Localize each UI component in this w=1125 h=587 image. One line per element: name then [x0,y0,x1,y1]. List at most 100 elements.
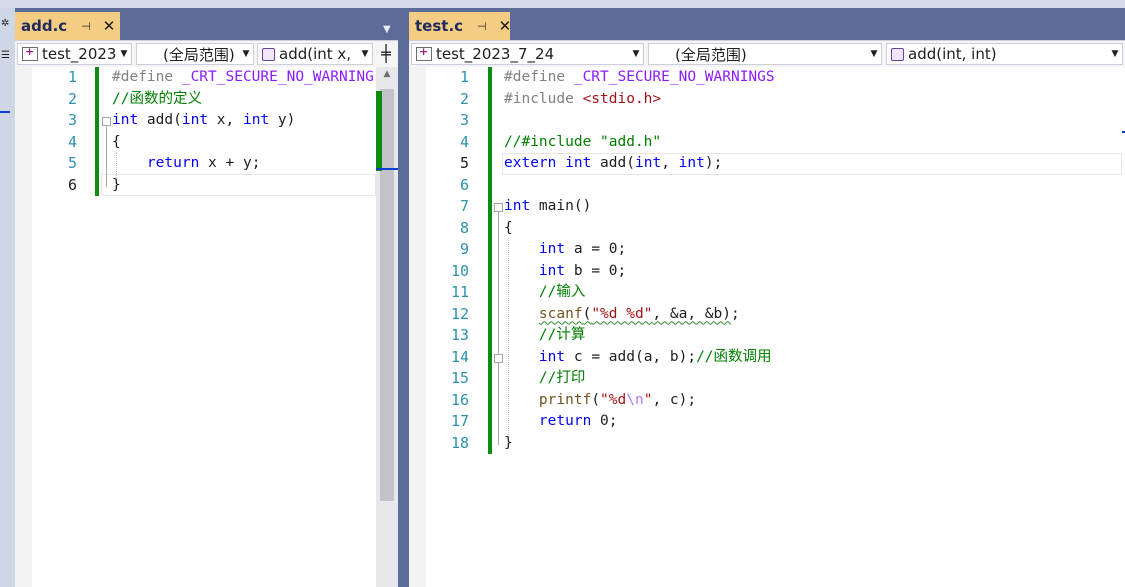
project-dropdown[interactable]: test_2023_7_24 ▼ [411,43,644,65]
code-line-4: { [112,133,121,150]
line-number: 5 [459,154,469,172]
split-window-icon[interactable]: ╪ [375,43,397,65]
line-number: 9 [459,240,469,258]
code-line-7: int main() [504,198,592,214]
code-line-13: //计算 [538,327,586,343]
line-number: 17 [450,412,469,430]
code-line-14: int c = add(a, b);//函数调用 [538,348,772,365]
close-icon[interactable]: ✕ [103,17,116,35]
tab-label: add.c [21,17,68,35]
method-icon [891,47,904,61]
line-number: 1 [67,68,77,86]
tab-add-c[interactable]: add.c ⊣ ✕ [15,12,120,40]
code-line-16: printf("%d\n", c); [538,391,697,408]
tab-test-c[interactable]: test.c ⊣ ✕ [409,12,512,40]
code-line-12: scanf("%d %d", &a, &b); [538,305,740,322]
code-line-1: #define _CRT_SECURE_NO_WARNINGS [504,69,775,85]
close-icon[interactable]: ✕ [499,17,512,35]
project-dropdown-value: test_2023_7_24 [436,45,555,63]
line-number: 10 [450,261,469,280]
line-number: 3 [459,111,469,129]
fold-line [498,212,499,445]
tab-dropdown-icon[interactable]: ▼ [383,24,391,35]
line-number: 14 [450,347,469,366]
code-line-2: #include <stdio.h> [504,90,662,107]
chevron-down-icon: ▼ [120,49,128,59]
project-dropdown-value: test_2023 [42,45,117,63]
fold-line [106,126,107,187]
member-dropdown-value: add(int x, [279,45,352,63]
scope-dropdown[interactable]: (全局范围) ▼ [136,43,254,65]
right-navigation-bar: test_2023_7_24 ▼ (全局范围) ▼ add(int, int) … [409,40,1125,68]
line-number: 2 [67,89,77,108]
chevron-down-icon: ▼ [870,49,878,59]
line-number: 16 [450,390,469,409]
line-number: 2 [459,89,469,108]
line-number: 4 [459,132,469,151]
left-toolwindow-edge: ✲ ☰ [0,8,15,587]
line-number: 11 [450,283,469,301]
code-line-6: } [112,176,121,193]
scrollbar-caret-marker [376,168,398,170]
right-code-editor[interactable]: 1 2 3 4 5 6 7 8 9 10 11 12 13 14 15 16 17 18 #define _CRT… [409,67,1125,587]
code-line-3: int add(int x, int y) [112,112,296,128]
scroll-up-icon[interactable]: ▲ [376,69,398,79]
line-number: 7 [459,197,469,215]
project-icon [22,45,38,61]
scrollbar-change-marker [376,91,382,171]
code-line-2: //函数的定义 [112,90,202,107]
right-editor-pane: test.c ⊣ ✕ test_2023_7_24 ▼ (全局范围) ▼ add… [409,8,1125,587]
code-line-5: extern int add(int, int); [504,155,723,171]
project-dropdown[interactable]: test_2023 ▼ [17,43,132,65]
scope-dropdown-value: (全局范围) [675,45,747,64]
pin-icon[interactable]: ⊣ [81,20,91,33]
line-number: 1 [459,68,469,86]
line-number: 13 [450,326,469,344]
scope-dropdown[interactable]: (全局范围) ▼ [648,43,882,65]
line-number: 12 [450,304,469,323]
left-tab-bar: add.c ⊣ ✕ ▼ [15,12,398,40]
fold-toggle-icon[interactable] [494,354,503,363]
scope-dropdown-value: (全局范围) [163,45,235,64]
chevron-down-icon: ▼ [361,49,369,59]
member-dropdown[interactable]: add(int, int) ▼ [886,43,1123,65]
code-line-1: #define _CRT_SECURE_NO_WARNING [112,69,374,85]
code-line-10: int b = 0; [538,262,627,279]
code-line-17: return 0; [538,413,618,429]
line-number: 5 [67,154,77,172]
tab-label: test.c [415,17,464,35]
line-number: 6 [459,175,469,194]
member-dropdown-value: add(int, int) [908,45,997,63]
pin-icon[interactable]: ⊣ [477,20,487,33]
left-vertical-scrollbar[interactable]: ▲ [376,67,398,587]
line-number: 18 [450,433,469,452]
left-editor-pane: add.c ⊣ ✕ ▼ test_2023 ▼ (全局范围) ▼ add(int… [15,8,398,587]
code-line-9: int a = 0; [538,241,627,257]
code-line-4: //#include "add.h" [504,133,662,150]
fold-toggle-icon[interactable] [102,117,111,126]
line-number: 3 [67,111,77,129]
code-line-8: { [504,219,513,236]
left-code-editor[interactable]: 1 2 3 4 5 6 #define _CRT_SECURE_NO_WARNING //… [15,67,376,587]
line-number: 4 [67,132,77,151]
change-tracking-bar [488,67,492,454]
chevron-down-icon: ▼ [242,49,250,59]
left-navigation-bar: test_2023 ▼ (全局范围) ▼ add(int x, ▼ ╪ [15,40,398,68]
scroll-marker [0,111,10,113]
code-line-5: return x + y; [146,155,261,171]
member-dropdown[interactable]: add(int x, ▼ [257,43,373,65]
change-tracking-bar [95,67,99,196]
left-code-text: #define _CRT_SECURE_NO_WARNING //函数的定义 i… [112,67,374,196]
code-line-18: } [504,434,513,451]
right-tab-bar: test.c ⊣ ✕ [409,12,1125,40]
top-window-strip [0,0,1125,8]
line-number: 15 [450,369,469,387]
gear-icon[interactable]: ✲ [1,18,13,30]
menu-icon[interactable]: ☰ [1,50,13,62]
fold-toggle-icon[interactable] [494,203,503,212]
chevron-down-icon: ▼ [1111,49,1119,59]
right-code-text: #define _CRT_SECURE_NO_WARNINGS #include… [504,67,775,454]
code-line-15: //打印 [538,370,586,386]
line-number: 8 [459,218,469,237]
scrollbar-thumb[interactable] [380,89,394,501]
